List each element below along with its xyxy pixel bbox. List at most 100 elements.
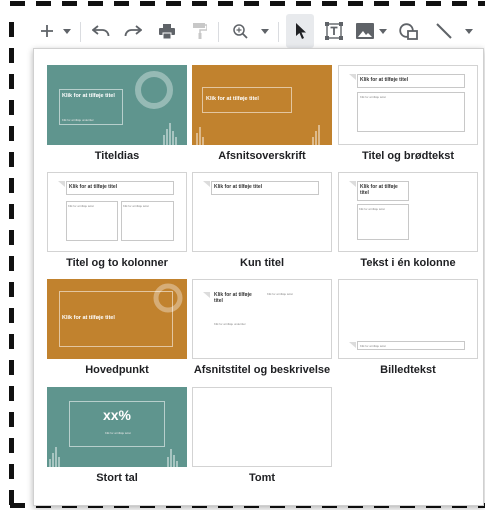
corner-decoration	[349, 181, 356, 187]
title-placeholder-text: Klik for at tilføje titel	[69, 184, 118, 190]
layout-titeldias[interactable]: Klik for at tilføje titel Klik for at ti…	[47, 65, 187, 145]
frame-dash	[400, 1, 415, 6]
frame-dash	[478, 1, 485, 6]
decorative-ring	[135, 71, 173, 109]
layout-kun-titel[interactable]: Klik for at tilføje titel	[192, 172, 332, 252]
frame-dash	[348, 1, 363, 6]
body-placeholder-text: Klik for at tilføje tekst	[123, 204, 149, 208]
frame-dash	[88, 1, 103, 6]
body-placeholder-text: Klik for at tilføje tekst	[68, 204, 94, 208]
frame-dash	[9, 48, 14, 63]
frame-dash	[9, 230, 14, 245]
decorative-bars	[49, 447, 60, 467]
print-icon[interactable]	[156, 14, 178, 48]
frame-dash	[192, 1, 207, 6]
caption-placeholder-text: Klik for at tilføje tekst	[360, 344, 386, 348]
subtitle-placeholder-text: Klik for at tilføje undertitel	[62, 118, 94, 122]
image-icon[interactable]	[354, 14, 376, 48]
chevron-down-icon[interactable]	[62, 14, 72, 48]
textbox-icon[interactable]	[322, 14, 346, 48]
chevron-down-icon[interactable]	[378, 14, 388, 48]
frame-dash	[9, 204, 14, 219]
cursor-icon[interactable]	[286, 14, 314, 48]
frame-dash	[426, 1, 441, 6]
zoom-icon[interactable]	[230, 14, 250, 48]
layout-billedtekst[interactable]: Klik for at tilføje tekst	[338, 279, 478, 359]
frame-dash	[9, 386, 14, 401]
layout-menu-panel: Klik for at tilføje titel Klik for at ti…	[33, 48, 484, 506]
frame-dash	[9, 282, 14, 297]
frame-dash	[9, 308, 14, 323]
frame-dash	[9, 464, 14, 479]
title-placeholder-text: Klik for at tilføje titel	[360, 77, 409, 83]
layout-tekst-i-en-kolonne[interactable]: Klik for at tilføje titel Klik for at ti…	[338, 172, 478, 252]
frame-dash	[9, 438, 14, 453]
layout-label: Afsnitsoverskrift	[218, 150, 306, 162]
frame-dash	[9, 152, 14, 167]
toolbar-divider	[80, 22, 81, 42]
layout-label: Billedtekst	[380, 364, 436, 376]
decorative-bars	[312, 125, 320, 145]
layout-label: Titeldias	[94, 150, 140, 162]
body-placeholder-text: Klik for at tilføje tekst	[360, 95, 386, 99]
undo-icon[interactable]	[90, 14, 112, 48]
layout-label: Titel og to kolonner	[66, 257, 168, 269]
title-placeholder-text: Klik for at tilføje titel	[214, 292, 252, 304]
layout-label: Kun titel	[240, 257, 284, 269]
layout-thumbnail: Klik for at tilføje titel	[192, 172, 332, 252]
layout-label: Tekst i én kolonne	[360, 257, 456, 269]
layout-thumbnail: Klik for at tilføje titel Klik for at ti…	[47, 172, 187, 252]
toolbar	[32, 14, 485, 48]
line-icon[interactable]	[432, 14, 456, 48]
layout-afsnitstitel-og-beskrivelse[interactable]: Klik for at tilføje titel Klik for at ti…	[192, 279, 332, 359]
redo-icon[interactable]	[122, 14, 144, 48]
frame-dash	[322, 1, 337, 6]
layout-label: Afsnitstitel og beskrivelse	[193, 364, 331, 376]
body-placeholder-text: Klik for at tilføje tekst	[267, 292, 293, 296]
toolbar-divider	[218, 22, 219, 42]
big-number-text: xx%	[102, 407, 132, 423]
frame-dash	[244, 1, 259, 6]
body-placeholder-text: Klik for at tilføje tekst	[105, 431, 131, 435]
corner-decoration	[203, 292, 210, 298]
frame-dash	[9, 334, 14, 349]
layout-label: Stort tal	[96, 472, 138, 484]
layout-thumbnail: Klik for at tilføje titel	[192, 65, 332, 145]
layout-thumbnail: Klik for at tilføje titel Klik for at ti…	[47, 65, 187, 145]
shape-icon[interactable]	[396, 14, 420, 48]
frame-dash	[166, 1, 181, 6]
layout-titel-og-to-kolonner[interactable]: Klik for at tilføje titel Klik for at ti…	[47, 172, 187, 252]
layout-tomt[interactable]	[192, 387, 332, 467]
corner-decoration	[349, 74, 356, 80]
frame-dash	[270, 1, 285, 6]
paint-roller-icon[interactable]	[190, 14, 210, 48]
layout-titel-og-broedtekst[interactable]: Klik for at tilføje titel Klik for at ti…	[338, 65, 478, 145]
title-placeholder-text: Klik for at tilføje titel	[62, 315, 115, 321]
decorative-bars	[196, 127, 204, 145]
frame-dash	[62, 1, 77, 6]
layout-thumbnail: Klik for at tilføje titel Klik for at ti…	[192, 279, 332, 359]
frame-dash	[9, 412, 14, 427]
body-placeholder-text: Klik for at tilføje tekst	[359, 207, 385, 211]
layout-label: Tomt	[248, 472, 276, 484]
layout-thumbnail: Klik for at tilføje tekst	[338, 279, 478, 359]
subtitle-placeholder-text: Klik for at tilføje undertitel	[214, 322, 246, 326]
frame-dash	[9, 100, 14, 115]
plus-icon[interactable]	[38, 14, 56, 48]
frame-dash	[9, 256, 14, 271]
title-placeholder-text: Klik for at tilføje titel	[214, 184, 263, 190]
toolbar-divider	[278, 22, 279, 42]
frame-dash	[36, 1, 51, 6]
layout-thumbnail: Klik for at tilføje titel	[47, 279, 187, 359]
frame-dash	[9, 126, 14, 141]
frame-dash	[140, 1, 155, 6]
frame-dash	[10, 1, 25, 6]
layout-hovedpunkt[interactable]: Klik for at tilføje titel	[47, 279, 187, 359]
layout-afsnitsoverskrift[interactable]: Klik for at tilføje titel	[192, 65, 332, 145]
frame-dash	[374, 1, 389, 6]
layout-stort-tal[interactable]: xx% Klik for at tilføje tekst	[47, 387, 187, 467]
frame-dash	[9, 490, 14, 505]
frame-dash	[9, 22, 14, 37]
chevron-down-icon[interactable]	[464, 14, 474, 48]
chevron-down-icon[interactable]	[260, 14, 270, 48]
